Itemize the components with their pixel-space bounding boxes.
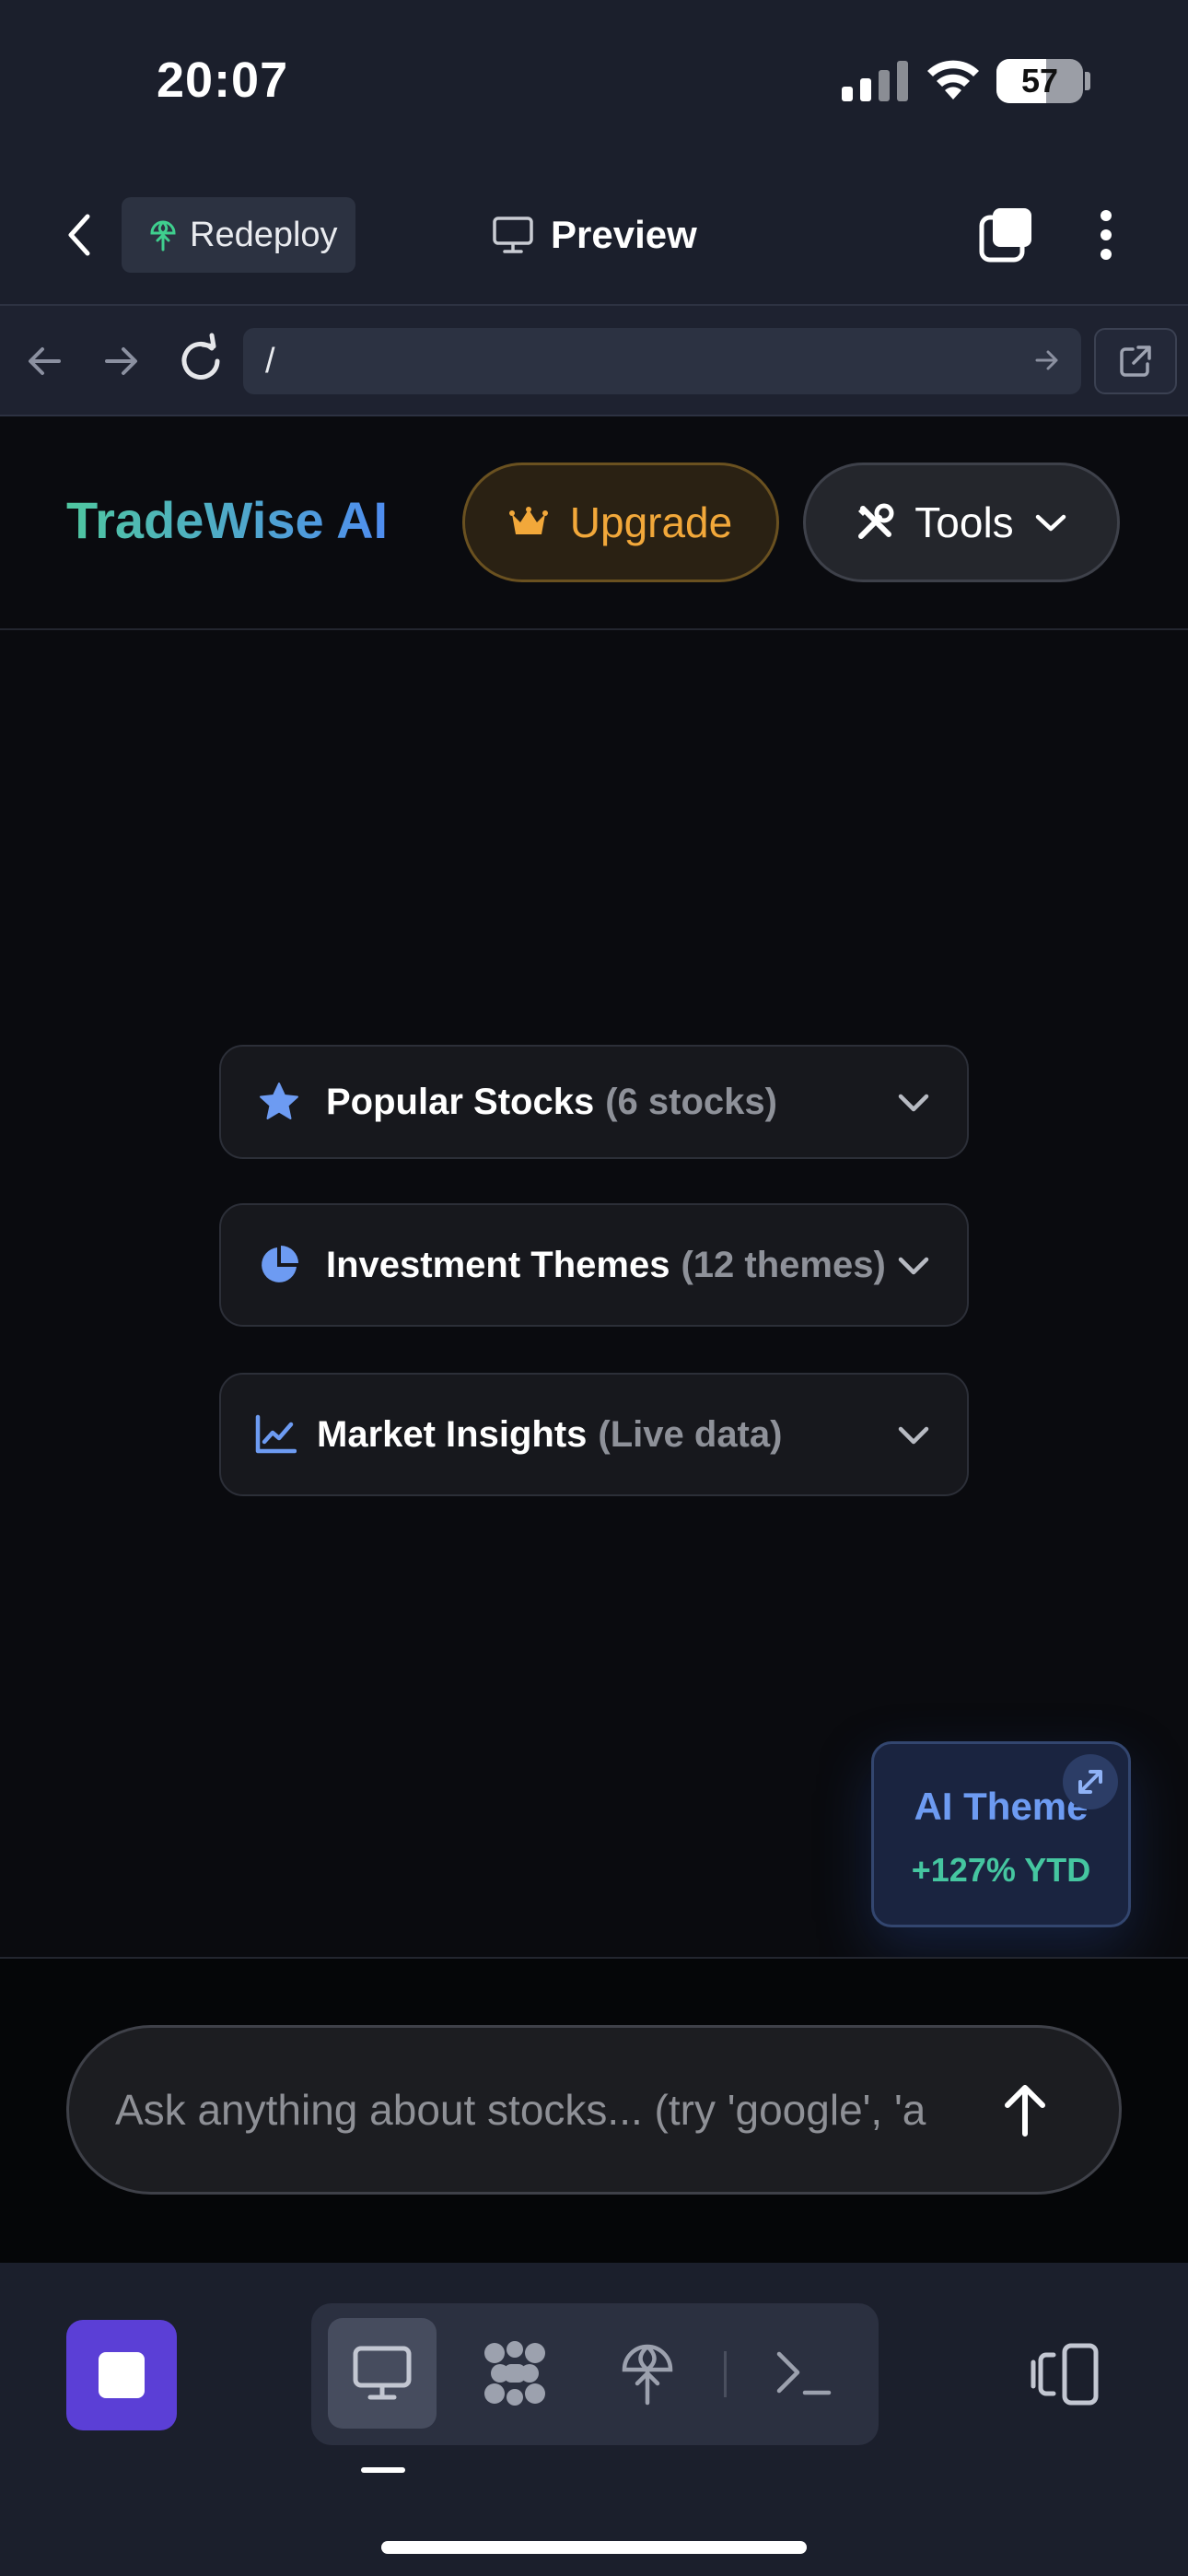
arrow-left-icon[interactable]	[22, 334, 66, 389]
preview-label: Preview	[551, 213, 697, 256]
menu-dot	[1101, 229, 1112, 240]
design-icon	[484, 2341, 545, 2406]
arrow-right-icon[interactable]	[1033, 346, 1061, 374]
open-external-button[interactable]	[1094, 328, 1177, 394]
section-investment-themes[interactable]: Investment Themes (12 themes)	[219, 1203, 969, 1327]
star-icon	[260, 1083, 298, 1119]
tools-icon	[858, 503, 894, 539]
active-view-indicator	[361, 2467, 405, 2473]
chat-placeholder: Ask anything about stocks... (try 'googl…	[115, 2086, 926, 2134]
stop-button[interactable]	[66, 2320, 177, 2430]
view-design-button[interactable]	[460, 2318, 569, 2429]
battery-level: 57	[1020, 62, 1059, 100]
external-link-icon	[1120, 345, 1151, 377]
ai-theme-stat: +127% YTD	[911, 1851, 1091, 1889]
upgrade-button[interactable]: Upgrade	[462, 463, 779, 582]
wifi-icon	[927, 60, 979, 100]
reload-icon[interactable]	[175, 332, 227, 391]
battery-icon: 57	[996, 59, 1083, 103]
redeploy-button[interactable]: Redeploy	[122, 197, 355, 273]
chat-input[interactable]: Ask anything about stocks... (try 'googl…	[66, 2025, 1122, 2195]
home-indicator	[381, 2541, 807, 2554]
section-subtitle: (12 themes)	[681, 1244, 886, 1285]
redeploy-label: Redeploy	[190, 215, 338, 254]
arrow-right-icon[interactable]	[99, 334, 144, 389]
menu-dot	[1101, 210, 1112, 221]
expand-icon	[1078, 1770, 1102, 1794]
tabs-icon[interactable]	[976, 205, 1035, 265]
section-title: Investment Themes	[326, 1244, 670, 1285]
upgrade-label: Upgrade	[569, 498, 733, 546]
line-chart-icon	[255, 1414, 297, 1454]
deploy-globe-icon	[150, 220, 176, 252]
chevron-down-icon	[898, 1426, 929, 1445]
section-subtitle: (Live data)	[598, 1413, 783, 1455]
brand-logo[interactable]: TradeWise AI	[66, 490, 388, 550]
view-desktop-button[interactable]	[328, 2318, 437, 2429]
monitor-icon	[493, 217, 533, 253]
toolbar-separator	[724, 2351, 727, 2397]
back-button[interactable]	[52, 203, 107, 267]
more-menu-button[interactable]	[1090, 205, 1122, 265]
arrow-up-icon[interactable]	[995, 2077, 1055, 2143]
section-market-insights[interactable]: Market Insights (Live data)	[219, 1373, 969, 1496]
expand-button[interactable]	[1063, 1754, 1118, 1809]
url-input[interactable]: /	[243, 328, 1081, 394]
crown-icon	[508, 507, 548, 534]
chevron-left-icon	[68, 214, 90, 256]
chevron-down-icon	[1035, 514, 1066, 532]
section-popular-stocks[interactable]: Popular Stocks (6 stocks)	[219, 1045, 969, 1159]
stop-icon	[99, 2352, 145, 2398]
deploy-globe-icon	[622, 2344, 673, 2406]
battery-nub	[1085, 72, 1090, 90]
terminal-icon	[776, 2351, 832, 2395]
tools-label: Tools	[914, 498, 1014, 546]
tools-dropdown-button[interactable]: Tools	[803, 463, 1120, 582]
view-terminal-button[interactable]	[750, 2318, 858, 2429]
desktop-icon	[353, 2346, 412, 2400]
section-title: Market Insights	[317, 1413, 588, 1455]
signal-icon	[842, 61, 908, 101]
url-text: /	[265, 341, 275, 381]
section-subtitle: (6 stocks)	[605, 1081, 777, 1122]
menu-dot	[1101, 249, 1112, 260]
chevron-down-icon	[898, 1257, 929, 1275]
section-title: Popular Stocks	[326, 1081, 595, 1122]
view-deploy-button[interactable]	[593, 2318, 702, 2429]
pie-chart-icon	[262, 1246, 298, 1282]
split-view-icon[interactable]	[1030, 2338, 1101, 2412]
chevron-down-icon	[898, 1094, 929, 1112]
preview-title: Preview	[492, 205, 697, 265]
status-time: 20:07	[157, 53, 289, 108]
